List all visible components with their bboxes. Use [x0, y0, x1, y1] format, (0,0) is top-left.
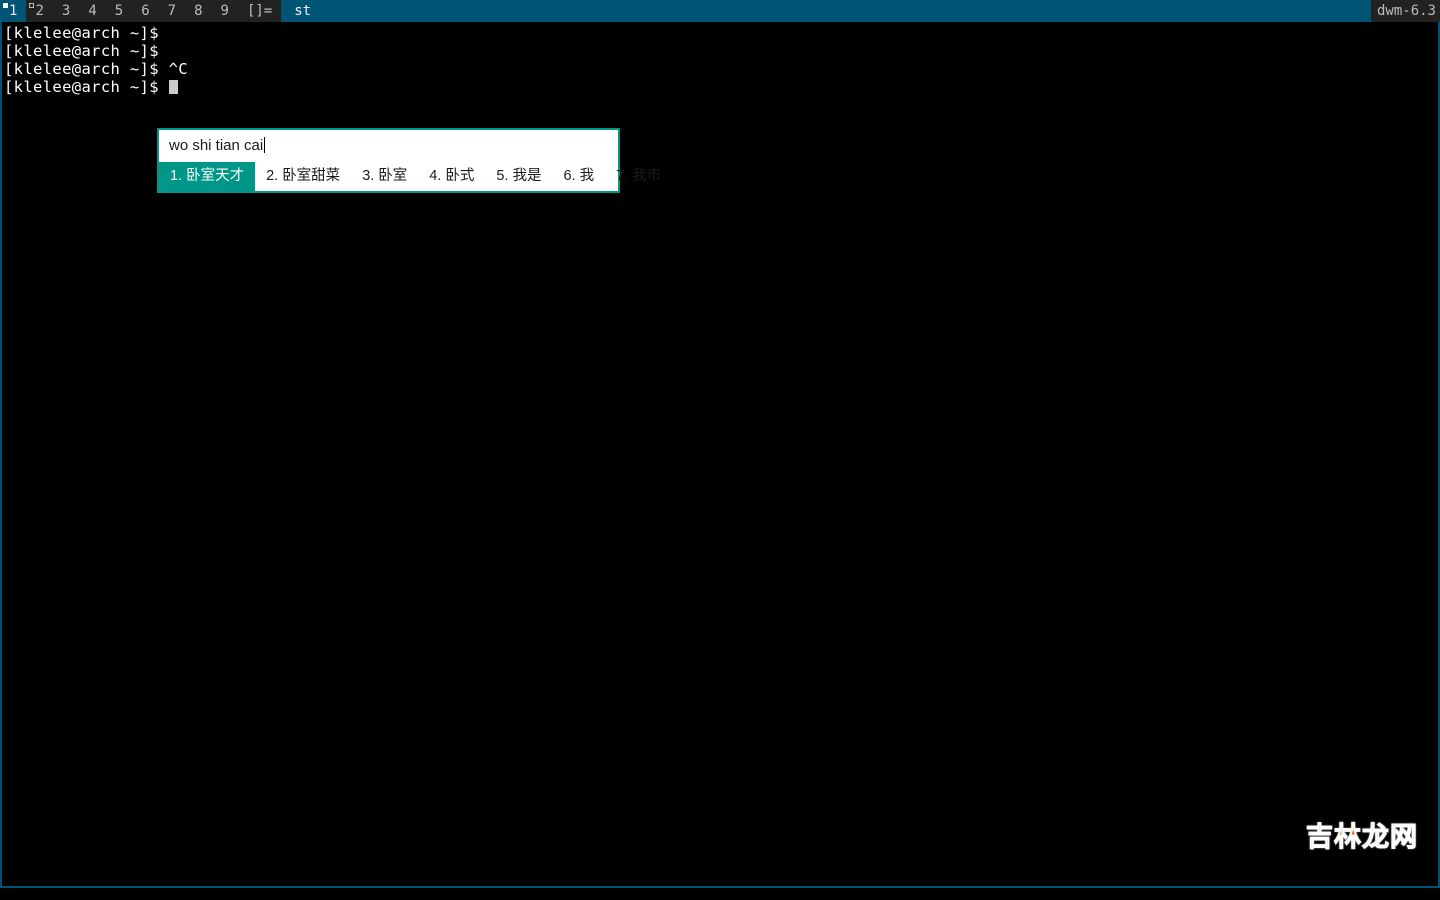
tag-button-1[interactable]: 1: [0, 0, 27, 22]
tag-button-3[interactable]: 3: [52, 0, 80, 22]
tag-label: 5: [114, 3, 124, 19]
tag-label: 7: [167, 3, 177, 19]
ime-candidate-index: 1.: [170, 168, 183, 184]
ime-candidate-text: 卧式: [445, 168, 475, 184]
ime-candidate-7[interactable]: 7. 我市: [605, 162, 672, 191]
terminal-window[interactable]: [klelee@arch ~]$ [klelee@arch ~]$ [klele…: [0, 22, 1440, 888]
tag-occupied-indicator-icon: [29, 3, 35, 8]
ime-candidate-list[interactable]: 1. 卧室天才 2. 卧室甜菜 3. 卧室 4. 卧式 5. 我是 6. 我 7…: [159, 162, 661, 191]
tag-button-8[interactable]: 8: [185, 0, 212, 22]
tag-label: 6: [141, 3, 150, 19]
layout-symbol-button[interactable]: []=: [237, 0, 282, 22]
ime-candidate-2[interactable]: 2. 卧室甜菜: [255, 162, 351, 191]
terminal-line: [klelee@arch ~]$ ^C: [4, 60, 188, 78]
text-caret: [264, 137, 266, 153]
tag-button-4[interactable]: 4: [79, 0, 106, 22]
ime-candidate-text: 我: [579, 168, 595, 184]
ime-candidate-index: 6.: [563, 168, 576, 184]
ime-candidate-1[interactable]: 1. 卧室天才: [159, 162, 256, 191]
ime-candidate-text: 卧室天才: [186, 168, 245, 184]
tag-button-7[interactable]: 7: [158, 0, 186, 22]
tag-label: 4: [88, 3, 97, 19]
tag-label: 3: [61, 3, 71, 19]
terminal-line-with-cursor: [klelee@arch ~]$: [4, 78, 1438, 96]
terminal-prompt: [klelee@arch ~]$: [4, 78, 159, 96]
terminal-line: [klelee@arch ~]$: [4, 24, 159, 42]
tag-occupied-indicator-icon: [3, 3, 8, 8]
ime-popup[interactable]: wo shi tian cai 1. 卧室天才 2. 卧室甜菜 3. 卧室 4.…: [157, 128, 661, 193]
ime-candidate-index: 4.: [429, 168, 442, 184]
ime-preedit-field[interactable]: wo shi tian cai: [159, 130, 618, 162]
tag-button-2[interactable]: 2: [26, 0, 53, 22]
tag-label: 2: [35, 3, 44, 19]
terminal-cursor: [168, 80, 178, 94]
ime-preedit-text: wo shi tian cai: [169, 137, 264, 154]
ime-candidate-5[interactable]: 5. 我是: [485, 162, 552, 191]
ime-candidate-index: 2.: [266, 168, 279, 184]
ime-candidate-text: 卧室甜菜: [282, 168, 341, 184]
ime-candidate-4[interactable]: 4. 卧式: [418, 162, 485, 191]
tag-button-6[interactable]: 6: [132, 0, 159, 22]
tag-label: 1: [9, 3, 18, 19]
window-title: st: [281, 0, 1371, 22]
status-bar: 1 2 3 4 5 6 7 8 9 []= st dwm-6.3: [0, 0, 1440, 22]
tag-label: 9: [220, 3, 229, 19]
tag-button-5[interactable]: 5: [105, 0, 133, 22]
ime-candidate-index: 3.: [362, 168, 375, 184]
ime-candidate-3[interactable]: 3. 卧室: [351, 162, 418, 191]
tag-button-9[interactable]: 9: [211, 0, 238, 22]
ime-candidate-text: 卧室: [378, 168, 408, 184]
status-text: dwm-6.3: [1370, 0, 1440, 22]
ime-candidate-6[interactable]: 6. 我: [552, 162, 605, 191]
terminal-line: [klelee@arch ~]$: [4, 42, 159, 60]
ime-candidate-text: 我是: [512, 168, 542, 184]
ime-candidate-index: 7.: [616, 168, 629, 184]
ime-candidate-index: 5.: [496, 168, 509, 184]
ime-candidate-text: 我市: [632, 168, 662, 184]
tag-label: 8: [194, 3, 203, 19]
